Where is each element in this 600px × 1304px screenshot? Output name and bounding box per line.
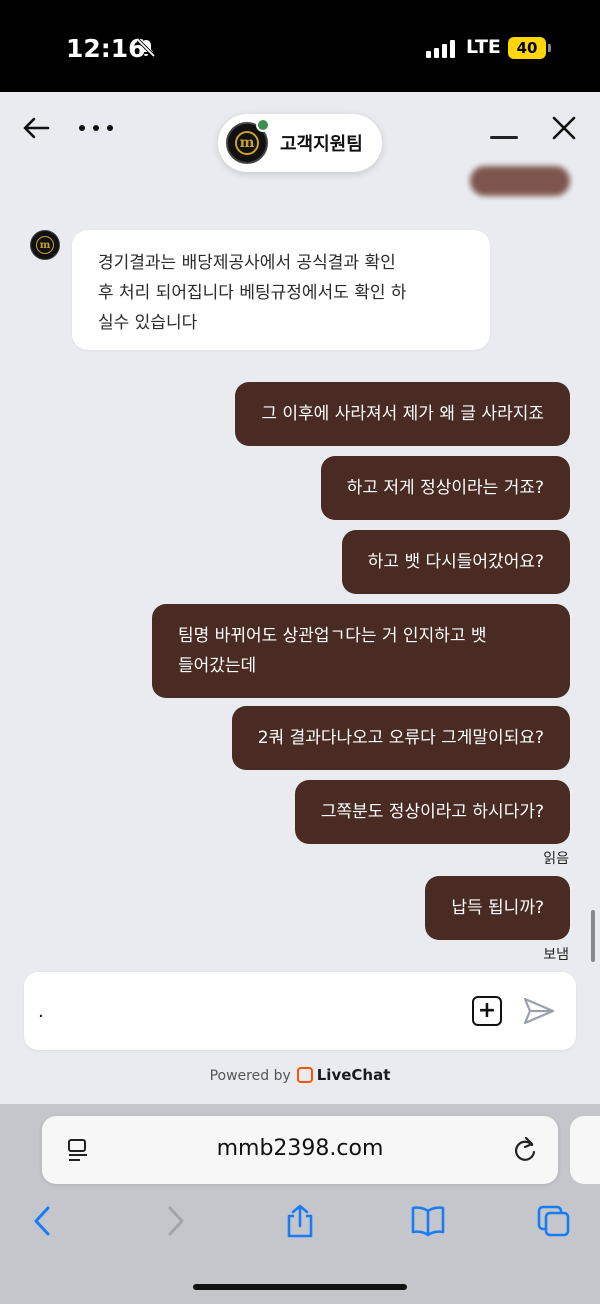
online-status-dot xyxy=(256,118,270,132)
back-arrow-icon[interactable] xyxy=(22,116,50,140)
message-line: 후 처리 되어집니다 베팅규정에서도 확인 하 xyxy=(98,283,407,303)
outgoing-message-bubble: 납득 됩니까? xyxy=(425,876,570,940)
home-indicator[interactable] xyxy=(193,1284,407,1290)
bell-off-icon xyxy=(136,38,156,58)
outgoing-message-bubble: 팀명 바뀌어도 상관업ㄱ다는 거 인지하고 뱃 들어갔는데 xyxy=(152,604,570,698)
status-time: 12:16 xyxy=(66,34,146,63)
chat-scrollbar[interactable] xyxy=(591,910,595,962)
sent-receipt: 보냄 xyxy=(543,947,569,963)
reload-icon[interactable] xyxy=(512,1136,538,1164)
add-attachment-icon[interactable]: + xyxy=(472,996,502,1026)
browser-toolbar: mmb2398.com xyxy=(0,1104,600,1304)
livechat-brand: LiveChat xyxy=(316,1066,391,1084)
chat-header: m 고객지원팀 xyxy=(0,92,600,202)
url-text: mmb2398.com xyxy=(216,1136,384,1161)
message-line: 경기결과는 배당제공사에서 공식결과 확인 xyxy=(98,253,396,273)
battery-indicator: 40 xyxy=(508,37,546,59)
browser-back-icon[interactable] xyxy=(26,1204,62,1238)
incoming-message-bubble: 경기결과는 배당제공사에서 공식결과 확인 후 처리 되어집니다 베팅규정에서도… xyxy=(72,230,490,350)
network-type: LTE xyxy=(466,36,501,58)
agent-message-avatar: m xyxy=(30,230,60,260)
battery-cap xyxy=(548,44,551,52)
status-bar: 12:16 LTE 40 xyxy=(0,0,600,92)
address-bar[interactable]: mmb2398.com xyxy=(42,1116,558,1184)
brand-logo: m xyxy=(36,236,54,254)
outgoing-message-bubble: 2쿼 결과다나오고 오류다 그게말이되요? xyxy=(231,706,570,770)
brand-logo: m xyxy=(235,131,259,155)
outgoing-message-bubble: 하고 저게 정상이라는 거죠? xyxy=(320,456,570,520)
powered-by-footer[interactable]: Powered by LiveChat xyxy=(0,1066,600,1084)
message-composer: + xyxy=(24,972,576,1050)
more-options-icon[interactable] xyxy=(78,124,114,132)
message-line: 실수 있습니다 xyxy=(98,313,198,333)
share-icon[interactable] xyxy=(282,1204,318,1238)
browser-forward-icon[interactable] xyxy=(156,1204,192,1238)
next-tab-preview[interactable] xyxy=(570,1116,600,1184)
signal-strength-icon xyxy=(426,40,458,58)
read-receipt: 읽음 xyxy=(543,851,569,867)
message-input[interactable] xyxy=(38,994,458,1028)
powered-by-label: Powered by xyxy=(209,1068,291,1084)
send-icon[interactable] xyxy=(522,996,556,1026)
tabs-icon[interactable] xyxy=(536,1204,572,1238)
outgoing-message-bubble: 하고 뱃 다시들어갔어요? xyxy=(341,530,570,594)
blurred-message-preview xyxy=(470,166,570,196)
bookmarks-icon[interactable] xyxy=(410,1204,446,1238)
livechat-logo-icon xyxy=(296,1067,313,1083)
outgoing-message-bubble: 그쪽분도 정상이라고 하시다가? xyxy=(294,780,570,844)
agent-pill[interactable]: m 고객지원팀 xyxy=(218,114,382,172)
minimize-icon[interactable] xyxy=(490,136,518,139)
outgoing-message-bubble: 그 이후에 사라져서 제가 왜 글 사라지죠 xyxy=(235,382,570,446)
agent-name: 고객지원팀 xyxy=(280,134,363,155)
close-icon[interactable] xyxy=(552,116,576,140)
